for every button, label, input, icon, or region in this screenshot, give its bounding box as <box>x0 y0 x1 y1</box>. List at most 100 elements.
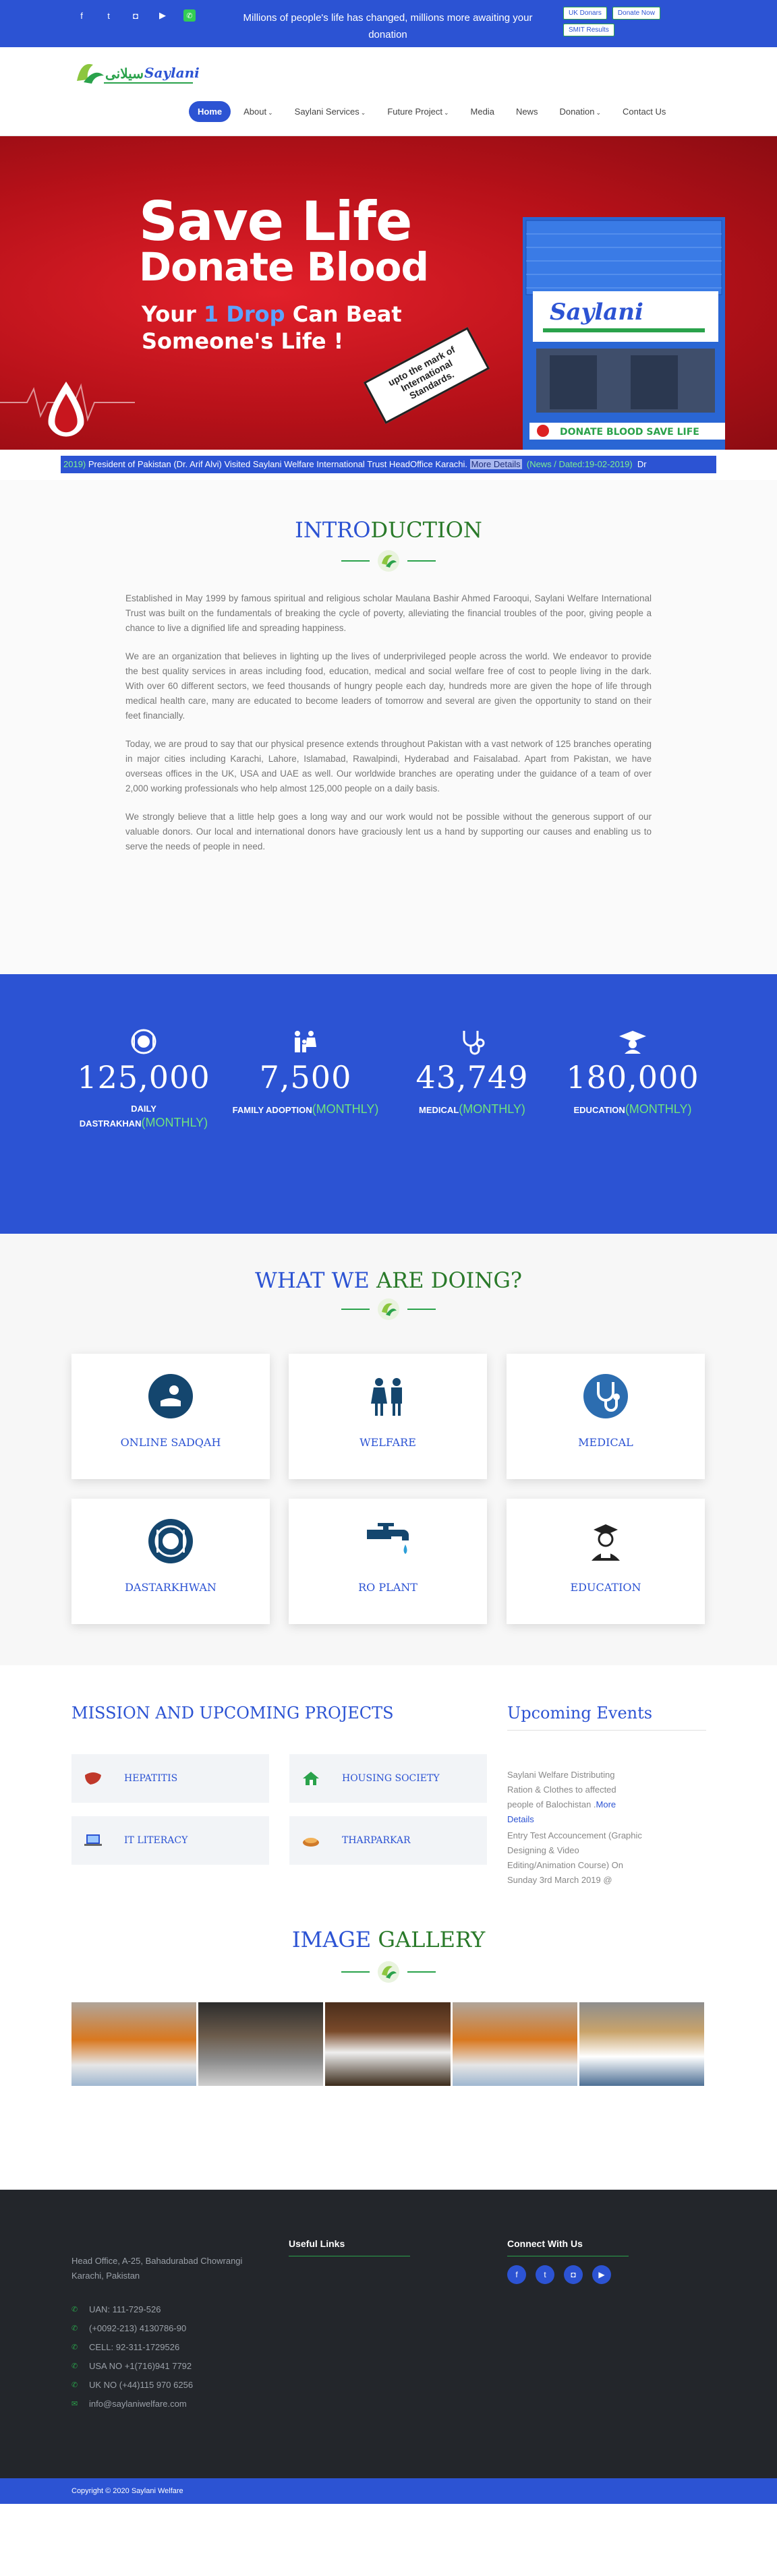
events-divider <box>507 1730 706 1731</box>
footer-contact: ✆ CELL: 92-311-1729526 <box>71 2342 179 2352</box>
footer-contact: ✆ UK NO (+44)115 970 6256 <box>71 2380 193 2390</box>
title-divider <box>341 1958 436 1985</box>
project-housing-society[interactable]: HOUSING SOCIETY <box>289 1754 487 1803</box>
uk-donars-button[interactable]: UK Donars <box>563 7 607 20</box>
ticker-meta: (News / Dated:19-02-2019) <box>526 459 633 469</box>
copyright-bar: Copyright © 2020 Saylani Welfare <box>0 2478 777 2504</box>
twitter-icon[interactable]: t <box>103 9 115 22</box>
hero-sub-highlight: 1 Drop <box>203 301 285 327</box>
facebook-icon[interactable]: f <box>507 2265 526 2284</box>
project-hepatitis[interactable]: HEPATITIS <box>71 1754 269 1803</box>
gallery-image[interactable] <box>452 2002 577 2086</box>
hero-subtitle-2: Someone's Life ! <box>142 328 344 354</box>
menu-label: Donation <box>559 107 595 117</box>
svg-text:Saylani: Saylani <box>144 65 200 81</box>
contact-text: UAN: 111-729-526 <box>89 2304 161 2314</box>
intro-paragraph: Established in May 1999 by famous spirit… <box>125 593 652 633</box>
stat-number: 43,749 <box>415 1059 529 1096</box>
youtube-icon[interactable]: ▶ <box>156 9 169 22</box>
gallery-title: IMAGE GALLERY <box>0 1927 777 1952</box>
welfare-icon <box>371 1378 402 1416</box>
service-card-education[interactable]: EDUCATION <box>507 1499 705 1624</box>
intro-paragraph: We strongly believe that a little help g… <box>125 812 652 851</box>
menu-news[interactable]: News <box>507 101 547 122</box>
saylani-logo[interactable]: ﺳﯿﻼﻧﯽ Saylani <box>71 55 200 96</box>
card-label: WELFARE <box>359 1436 416 1449</box>
menu-saylani-services[interactable]: Saylani Services ⌄ <box>286 101 375 122</box>
leaf-icon <box>378 550 399 572</box>
hero-title-secondary: Donate Blood <box>139 244 429 290</box>
menu-label: Home <box>198 107 223 117</box>
instagram-icon[interactable]: ◘ <box>564 2265 583 2284</box>
svg-text:Saylani: Saylani <box>550 299 643 326</box>
stat-number: 125,000 <box>77 1059 210 1096</box>
menu-future-project[interactable]: Future Project ⌄ <box>378 101 457 122</box>
top-bar: f t ◘ ▶ ✆ Millions of people's life has … <box>0 0 777 47</box>
chevron-down-icon: ⌄ <box>596 109 602 116</box>
footer-address: Head Office, A-25, Bahadurabad Chowrangi… <box>71 2256 243 2281</box>
email-icon: ✉ <box>71 2400 78 2408</box>
whatsapp-icon[interactable]: ✆ <box>183 9 196 22</box>
stat-label-text: MEDICAL <box>419 1105 459 1115</box>
project-label: HOUSING SOCIETY <box>342 1773 440 1784</box>
phone-icon: ✆ <box>71 2325 78 2333</box>
menu-media[interactable]: Media <box>462 101 503 122</box>
service-card-welfare[interactable]: WELFARE <box>289 1354 487 1479</box>
youtube-icon[interactable]: ▶ <box>592 2265 611 2284</box>
ticker-more-link[interactable]: More Details <box>469 459 522 469</box>
news-ticker[interactable]: 2019) President of Pakistan (Dr. Arif Al… <box>61 456 716 473</box>
menu-donation[interactable]: Donation ⌄ <box>550 101 610 122</box>
house-icon <box>303 1772 319 1785</box>
tap-icon <box>367 1523 409 1554</box>
stat-label-suffix: (MONTHLY) <box>312 1102 379 1116</box>
service-card-online-sadqah[interactable]: ONLINE SADQAH <box>71 1354 270 1479</box>
gallery-title-part-b: GALLERY <box>378 1927 486 1952</box>
gallery-image[interactable] <box>579 2002 705 2086</box>
ticker-headline: President of Pakistan (Dr. Arif Alvi) Vi… <box>88 459 468 469</box>
gallery-image[interactable] <box>325 2002 451 2086</box>
doing-title-part-a: WHAT WE <box>254 1267 377 1293</box>
upcoming-events-title: Upcoming Events <box>507 1704 653 1723</box>
stat-label-text: FAMILY ADOPTION <box>232 1105 312 1115</box>
footer-contact: ✆ UAN: 111-729-526 <box>71 2304 161 2314</box>
donate-now-button[interactable]: Donate Now <box>612 7 660 20</box>
menu-label: News <box>515 107 538 117</box>
smit-results-button[interactable]: SMIT Results <box>563 24 614 36</box>
menu-home[interactable]: Home <box>189 101 231 122</box>
service-card-dastarkhwan[interactable]: DASTARKHWAN <box>71 1499 270 1624</box>
footer-socials: f t ◘ ▶ <box>507 2265 611 2284</box>
event-item: Saylani Welfare Distributing Ration & Cl… <box>507 1768 642 1827</box>
stat-label-suffix: (MONTHLY) <box>625 1102 692 1116</box>
menu-about[interactable]: About ⌄ <box>235 101 282 122</box>
dastarkhwan-icon <box>148 1519 193 1563</box>
ticker-lead: 2019) <box>63 459 86 469</box>
mission-section: MISSION AND UPCOMING PROJECTS HEPATITIS … <box>0 1665 777 1900</box>
family-icon <box>295 1031 316 1052</box>
menu-label: Media <box>470 107 494 117</box>
service-card-ro-plant[interactable]: RO PLANT <box>289 1499 487 1624</box>
gallery-image[interactable] <box>198 2002 324 2086</box>
introduction-text: Established in May 1999 by famous spirit… <box>125 591 652 868</box>
instagram-icon[interactable]: ◘ <box>130 9 142 22</box>
svg-text:ﺳﯿﻼﻧﯽ: ﺳﯿﻼﻧﯽ <box>105 65 144 82</box>
twitter-icon[interactable]: t <box>536 2265 554 2284</box>
title-divider <box>341 547 436 574</box>
hero-sub-suffix: Can Beat <box>285 301 402 327</box>
service-card-medical[interactable]: MEDICAL <box>507 1354 705 1479</box>
email-link[interactable]: info@saylaniwelfare.com <box>89 2399 187 2409</box>
project-it-literacy[interactable]: IT LITERACY <box>71 1816 269 1865</box>
main-menu: Home About ⌄ Saylani Services ⌄ Future Pro… <box>189 101 674 122</box>
footer-contact: ✉ info@saylaniwelfare.com <box>71 2399 187 2409</box>
hero-banner[interactable]: Save Life Donate Blood Your 1 Drop Can B… <box>0 136 777 450</box>
connect-title: Connect With Us <box>507 2238 583 2249</box>
intro-title-part-a: INTRO <box>295 517 371 543</box>
gallery-strip <box>71 2002 705 2086</box>
facebook-icon[interactable]: f <box>76 9 88 22</box>
project-tharparkar[interactable]: THARPARKAR <box>289 1816 487 1865</box>
menu-contact-us[interactable]: Contact Us <box>614 101 674 122</box>
gallery-image[interactable] <box>71 2002 197 2086</box>
topbar-message: Millions of people's life has changed, m… <box>243 12 533 40</box>
chevron-down-icon: ⌄ <box>360 109 366 116</box>
contact-text: CELL: 92-311-1729526 <box>89 2342 180 2352</box>
footer-contact: ✆ USA NO +1(716)941 7792 <box>71 2361 192 2371</box>
